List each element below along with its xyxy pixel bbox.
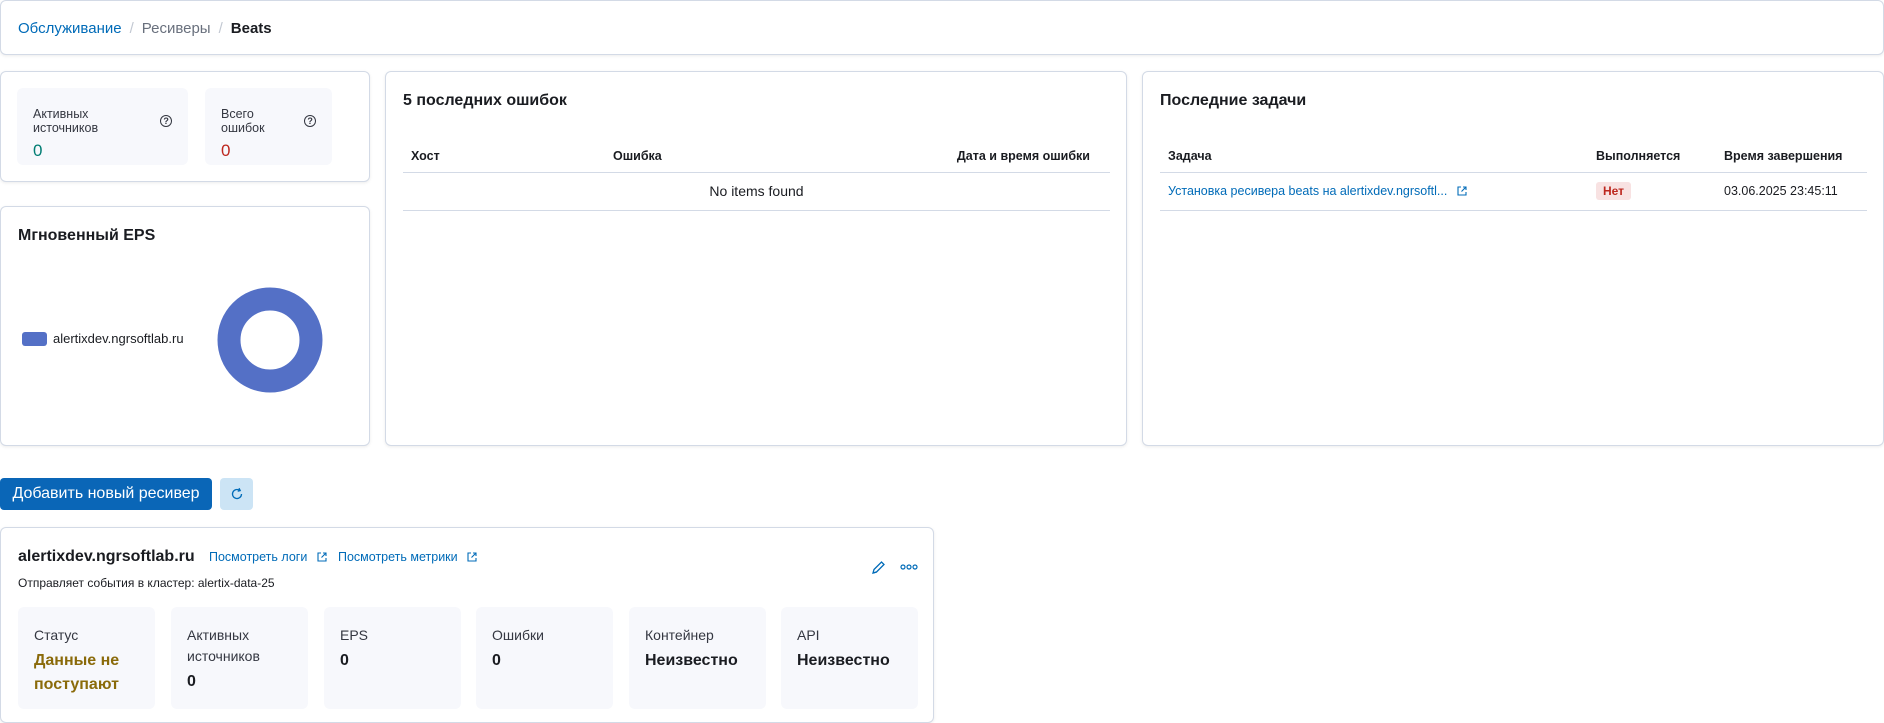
task-cell: Установка ресивера beats на alertixdev.n… xyxy=(1160,172,1588,211)
metric-label: Контейнер xyxy=(645,627,714,643)
active-sources-label-row: Активных источников ? xyxy=(33,107,172,135)
more-actions-button[interactable] xyxy=(898,556,920,578)
metric-container: Контейнер Неизвестно xyxy=(629,607,766,709)
more-horizontal-icon xyxy=(900,564,918,570)
task-link[interactable]: Установка ресивера beats на alertixdev.n… xyxy=(1168,184,1447,198)
external-link-icon xyxy=(467,552,477,562)
status-badge: Нет xyxy=(1596,182,1632,200)
table-row: No items found xyxy=(403,172,1110,211)
errors-table: Хост Ошибка Дата и время ошибки No items… xyxy=(403,140,1110,211)
errors-panel: 5 последних ошибок Хост Ошибка Дата и вр… xyxy=(385,71,1127,446)
tasks-col-task[interactable]: Задача xyxy=(1160,140,1588,173)
breadcrumb: Обслуживание / Ресиверы / Beats xyxy=(18,20,272,37)
refresh-button[interactable] xyxy=(220,478,253,510)
receiver-card: alertixdev.ngrsoftlab.ru Посмотреть логи… xyxy=(0,527,934,723)
metric-value: 0 xyxy=(340,652,349,669)
receiver-name: alertixdev.ngrsoftlab.ru xyxy=(18,548,195,565)
metric-status: Статус Данные не поступают xyxy=(18,607,155,709)
metric-label: EPS xyxy=(340,627,369,643)
metric-value: 0 xyxy=(187,673,196,690)
active-sources-label: Активных источников xyxy=(33,107,99,135)
breadcrumb-parent[interactable]: Ресиверы xyxy=(142,20,211,37)
total-errors-label: Всего ошибок xyxy=(221,107,265,135)
metric-value: 0 xyxy=(492,652,501,669)
external-link-icon[interactable] xyxy=(1457,186,1467,196)
total-errors-stat: Всего ошибок ? 0 xyxy=(205,88,332,165)
view-logs-link[interactable]: Посмотреть логи xyxy=(209,550,327,564)
table-row: Установка ресивера beats на alertixdev.n… xyxy=(1160,172,1867,211)
help-icon[interactable]: ? xyxy=(304,115,316,127)
eps-donut-slice[interactable] xyxy=(217,287,323,393)
view-metrics-link[interactable]: Посмотреть метрики xyxy=(338,550,477,564)
total-errors-value: 0 xyxy=(221,141,231,160)
metric-value: Неизвестно xyxy=(645,652,738,669)
errors-col-date[interactable]: Дата и время ошибки xyxy=(910,140,1110,173)
tasks-table: Задача Выполняется Время завершения Уста… xyxy=(1160,140,1867,211)
eps-legend-label: alertixdev.ngrsoftlab.ru xyxy=(53,331,184,346)
errors-empty-text: No items found xyxy=(403,172,1110,211)
breadcrumb-bar: Обслуживание / Ресиверы / Beats xyxy=(0,0,1884,55)
errors-title: 5 последних ошибок xyxy=(403,92,567,109)
breadcrumb-current: Beats xyxy=(230,20,272,37)
tasks-col-running[interactable]: Выполняется xyxy=(1588,140,1716,173)
total-errors-label-row: Всего ошибок ? xyxy=(221,107,316,135)
breadcrumb-separator: / xyxy=(129,20,134,37)
metric-api: API Неизвестно xyxy=(781,607,918,709)
metric-label: Статус xyxy=(34,627,79,643)
breadcrumb-separator: / xyxy=(218,20,223,37)
metric-value: Неизвестно xyxy=(797,652,890,669)
eps-title: Мгновенный EPS xyxy=(18,227,156,244)
errors-col-error[interactable]: Ошибка xyxy=(605,140,910,173)
view-logs-label: Посмотреть логи xyxy=(209,550,308,564)
metric-label: Активных источников xyxy=(187,627,260,664)
metric-value: Данные не поступают xyxy=(34,652,120,693)
help-icon[interactable]: ? xyxy=(160,115,172,127)
breadcrumb-root[interactable]: Обслуживание xyxy=(18,20,122,37)
eps-donut-chart xyxy=(217,287,323,393)
eps-panel: Мгновенный EPS alertixdev.ngrsoftlab.ru xyxy=(0,206,370,446)
view-metrics-label: Посмотреть метрики xyxy=(338,550,458,564)
metric-active-sources: Активных источников 0 xyxy=(171,607,308,709)
metric-eps: EPS 0 xyxy=(324,607,461,709)
stats-panel: Активных источников ? 0 Всего ошибок ? 0 xyxy=(0,71,370,182)
pencil-icon xyxy=(871,560,885,574)
eps-legend-item[interactable]: alertixdev.ngrsoftlab.ru xyxy=(22,331,184,346)
task-running-cell: Нет xyxy=(1588,172,1716,211)
tasks-panel: Последние задачи Задача Выполняется Врем… xyxy=(1142,71,1884,446)
tasks-title: Последние задачи xyxy=(1160,92,1307,109)
edit-button[interactable] xyxy=(867,556,889,578)
metric-errors: Ошибки 0 xyxy=(476,607,613,709)
tasks-col-finished[interactable]: Время завершения xyxy=(1716,140,1867,173)
external-link-icon xyxy=(317,552,327,562)
legend-swatch xyxy=(22,331,47,346)
metric-label: Ошибки xyxy=(492,627,544,643)
task-finished: 03.06.2025 23:45:11 xyxy=(1716,172,1867,211)
errors-col-host[interactable]: Хост xyxy=(403,140,605,173)
receiver-subtitle: Отправляет события в кластер: alertix-da… xyxy=(18,576,275,590)
metric-label: API xyxy=(797,627,820,643)
refresh-icon xyxy=(231,487,242,500)
active-sources-stat: Активных источников ? 0 xyxy=(17,88,188,165)
add-receiver-button[interactable]: Добавить новый ресивер xyxy=(0,478,212,510)
active-sources-value: 0 xyxy=(33,141,43,160)
